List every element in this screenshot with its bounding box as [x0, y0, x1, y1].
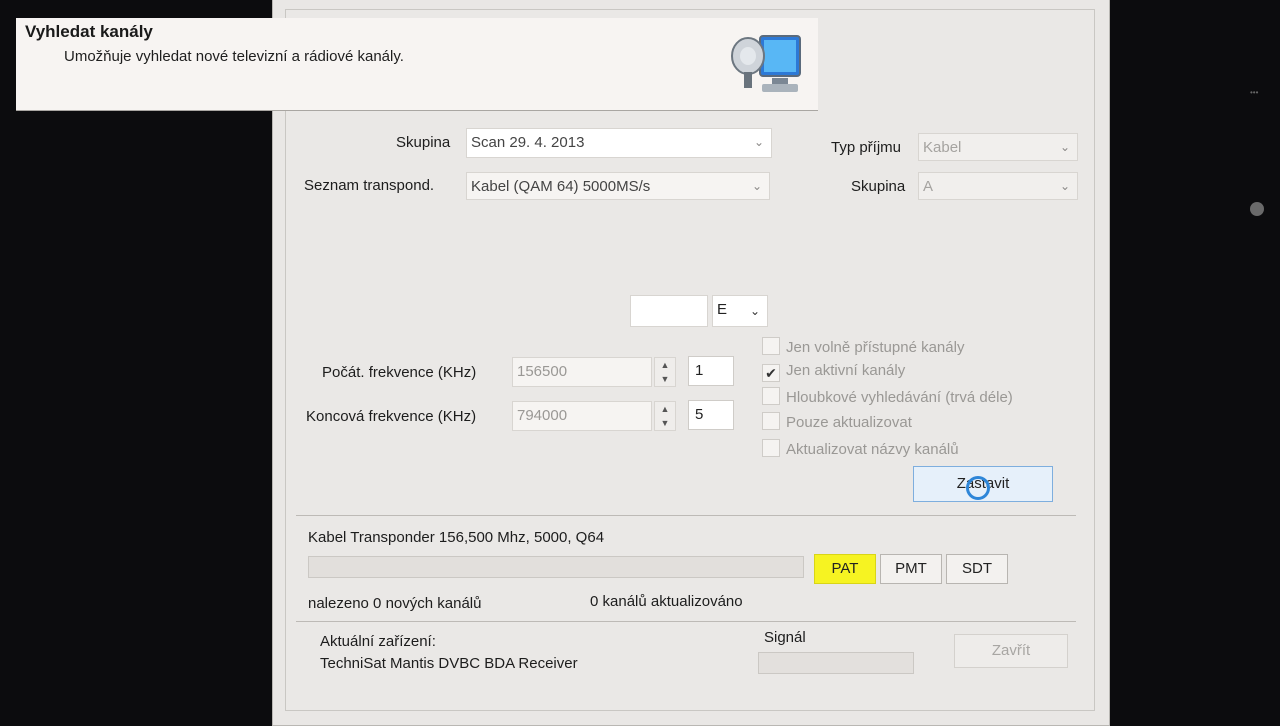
- start-freq-label: Počát. frekvence (KHz): [322, 364, 477, 381]
- scroll-dots-icon: •••: [1250, 88, 1259, 97]
- transponder-list-value: Kabel (QAM 64) 5000MS/s: [471, 178, 651, 195]
- divider: [296, 515, 1076, 516]
- chevron-down-icon: ⌄: [1059, 140, 1071, 154]
- chevron-down-icon: ⌄: [753, 135, 765, 149]
- reception-type-value: Kabel: [923, 139, 962, 156]
- band-select[interactable]: E ⌄: [712, 295, 768, 327]
- option-label: Hloubkové vyhledávání (trvá déle): [786, 389, 1013, 406]
- option-active-only[interactable]: ✔ Jen aktivní kanály: [762, 362, 905, 382]
- signal-label: Signál: [764, 629, 806, 646]
- signal-meter: [758, 652, 914, 674]
- end-channel-value: 5: [695, 406, 704, 423]
- option-free-only[interactable]: Jen volně přístupné kanály: [762, 337, 964, 356]
- option-deep-search[interactable]: Hloubkové vyhledávání (trvá déle): [762, 387, 1013, 406]
- option-label: Jen volně přístupné kanály: [786, 339, 965, 356]
- chevron-down-icon: ⌄: [751, 179, 763, 193]
- dialog-header: Vyhledat kanály Umožňuje vyhledat nové t…: [16, 18, 818, 111]
- right-group-value: A: [923, 178, 934, 195]
- checkbox-icon[interactable]: [762, 387, 780, 405]
- group-select[interactable]: Scan 29. 4. 2013 ⌄: [466, 128, 772, 158]
- option-label: Aktualizovat názvy kanálů: [786, 441, 959, 458]
- end-freq-label: Koncová frekvence (KHz): [306, 408, 477, 425]
- start-channel-value: 1: [695, 362, 704, 379]
- updated-count: 0 kanálů aktualizováno: [590, 593, 743, 610]
- start-freq-input[interactable]: 156500: [512, 357, 652, 387]
- option-label: Jen aktivní kanály: [786, 362, 906, 379]
- checkmark-icon[interactable]: ✔: [762, 364, 780, 382]
- page-title: Vyhledat kanály: [25, 22, 153, 41]
- table-sdt: SDT: [946, 554, 1008, 584]
- checkbox-icon[interactable]: [762, 439, 780, 457]
- start-channel-input[interactable]: 1: [688, 356, 734, 386]
- reception-type-label: Typ příjmu: [831, 139, 902, 156]
- page-subtitle: Umožňuje vyhledat nové televizní a rádio…: [64, 48, 404, 65]
- start-freq-value: 156500: [517, 363, 568, 380]
- group-select-value: Scan 29. 4. 2013: [471, 134, 585, 151]
- device-label: Aktuální zařízení:: [320, 633, 436, 650]
- option-label: Pouze aktualizovat: [786, 414, 912, 431]
- checkbox-icon[interactable]: [762, 337, 780, 355]
- end-channel-input[interactable]: 5: [688, 400, 734, 430]
- scan-progress-bar: [308, 556, 804, 578]
- group-label: Skupina: [396, 134, 451, 151]
- checkbox-icon[interactable]: [762, 412, 780, 430]
- option-update-names[interactable]: Aktualizovat názvy kanálů: [762, 439, 959, 458]
- end-freq-value: 794000: [517, 407, 568, 424]
- end-freq-input[interactable]: 794000: [512, 401, 652, 431]
- reception-type-select[interactable]: Kabel ⌄: [918, 133, 1078, 161]
- chevron-down-icon: ⌄: [1059, 179, 1071, 193]
- divider: [296, 621, 1076, 622]
- right-group-label: Skupina: [851, 178, 906, 195]
- start-freq-stepper[interactable]: ▲ ▼: [654, 357, 676, 387]
- band-select-value: E: [717, 301, 728, 318]
- channel-input[interactable]: [630, 295, 708, 327]
- chevron-down-icon: ⌄: [749, 304, 761, 318]
- satellite-computer-icon: [731, 35, 801, 92]
- right-group-select[interactable]: A ⌄: [918, 172, 1078, 200]
- end-freq-stepper[interactable]: ▲ ▼: [654, 401, 676, 431]
- found-count: nalezeno 0 nových kanálů: [308, 595, 482, 612]
- table-pmt: PMT: [880, 554, 942, 584]
- camera-dot-icon: [1250, 202, 1264, 216]
- transponder-list-label: Seznam transpond.: [304, 177, 435, 194]
- close-button[interactable]: Zavřít: [954, 634, 1068, 668]
- table-pat: PAT: [814, 554, 876, 584]
- transponder-status: Kabel Transponder 156,500 Mhz, 5000, Q64: [308, 529, 605, 546]
- transponder-list-select[interactable]: Kabel (QAM 64) 5000MS/s ⌄: [466, 172, 770, 200]
- mouse-cursor-icon: [966, 476, 990, 500]
- device-name: TechniSat Mantis DVBC BDA Receiver: [320, 655, 578, 672]
- option-update-only[interactable]: Pouze aktualizovat: [762, 412, 912, 431]
